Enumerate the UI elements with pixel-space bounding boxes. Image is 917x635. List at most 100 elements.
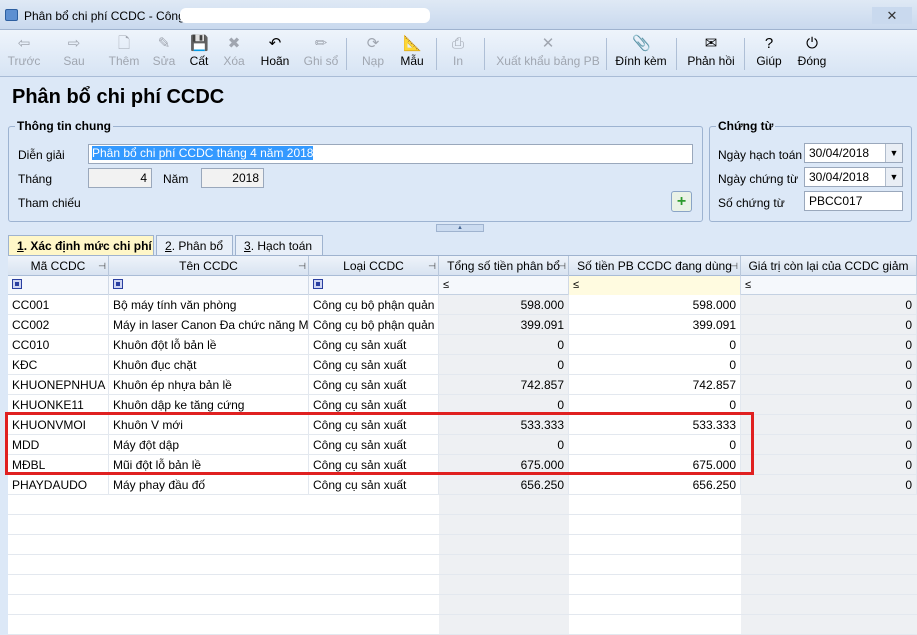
pin-icon[interactable]: ⊣ <box>98 256 106 276</box>
window-close-button[interactable]: ✕ <box>872 7 912 24</box>
table-cell[interactable]: 399.091 <box>569 315 741 335</box>
table-cell[interactable]: 598.000 <box>439 295 569 315</box>
tab-accounting[interactable]: 3. Hạch toán <box>235 235 323 255</box>
table-cell[interactable]: CC001 <box>8 295 109 315</box>
table-cell[interactable]: Khuôn ép nhựa bản lề <box>109 375 309 395</box>
table-cell[interactable]: 0 <box>741 475 917 495</box>
posting-date-input[interactable]: 30/04/2018 ▼ <box>804 143 903 163</box>
feedback-button[interactable]: ✉ Phản hồi <box>684 32 738 74</box>
filter-operator[interactable]: ≤ <box>745 279 751 291</box>
table-cell[interactable]: Khuôn đục chặt <box>109 355 309 375</box>
table-cell[interactable]: Công cụ sản xuất <box>309 375 439 395</box>
table-cell[interactable]: Công cụ sản xuất <box>309 355 439 375</box>
column-header[interactable]: Mã CCDC ⊣ <box>8 256 109 276</box>
table-cell[interactable]: Công cụ sản xuất <box>309 475 439 495</box>
attach-button[interactable]: 📎 Đính kèm <box>612 32 670 74</box>
table-cell[interactable]: 656.250 <box>439 475 569 495</box>
column-header[interactable]: Số tiền PB CCDC đang dùng ⊣ <box>569 256 741 276</box>
table-cell[interactable]: Khuôn đột lỗ bản lề <box>109 335 309 355</box>
table-cell[interactable]: KĐC <box>8 355 109 375</box>
filter-cell[interactable]: ≤ <box>439 276 569 295</box>
description-input[interactable]: Phân bổ chi phí CCDC tháng 4 năm 2018 <box>88 144 693 164</box>
tab-allocation[interactable]: 2. Phân bổ <box>156 235 233 255</box>
table-cell[interactable]: 0 <box>741 395 917 415</box>
pin-icon[interactable]: ⊣ <box>730 256 738 276</box>
table-cell[interactable]: 0 <box>741 355 917 375</box>
table-cell[interactable]: Công cụ bộ phận quản l <box>309 315 439 335</box>
save-button[interactable]: 💾 Cất <box>184 32 214 74</box>
filter-cell[interactable] <box>8 276 109 295</box>
table-cell[interactable]: 0 <box>569 335 741 355</box>
table-cell[interactable]: 0 <box>741 455 917 475</box>
table-cell[interactable]: KHUONEPNHUA <box>8 375 109 395</box>
table-cell[interactable]: 0 <box>439 355 569 375</box>
pin-icon[interactable]: ⊣ <box>428 256 436 276</box>
filter-operator[interactable]: ≤ <box>443 279 449 291</box>
add-button[interactable]: 🗋 Thêm <box>104 32 144 74</box>
column-header[interactable]: Tổng số tiền phân bổ ⊣ <box>439 256 569 276</box>
edit-button[interactable]: ✎ Sửa <box>148 32 180 74</box>
export-button[interactable]: ✕ Xuất khẩu bảng PB <box>492 32 604 74</box>
table-cell[interactable]: CC010 <box>8 335 109 355</box>
post-button[interactable]: ✏ Ghi sổ <box>300 32 342 74</box>
delete-button[interactable]: ✖ Xóa <box>218 32 250 74</box>
table-row[interactable]: KĐC Khuôn đục chặt Công cụ sản xuất 0 0 0 <box>8 355 917 375</box>
table-cell[interactable]: Công cụ bộ phận quản l <box>309 295 439 315</box>
add-label: Thêm <box>108 54 140 68</box>
filter-operator-icon[interactable] <box>313 279 323 289</box>
table-cell[interactable]: 0 <box>741 415 917 435</box>
filter-cell[interactable] <box>109 276 309 295</box>
table-cell[interactable]: CC002 <box>8 315 109 335</box>
table-cell[interactable]: 0 <box>439 335 569 355</box>
collapse-panel-button[interactable]: ▲ <box>436 224 484 232</box>
table-row[interactable]: CC002 Máy in laser Canon Đa chức năng MF C… <box>8 315 917 335</box>
filter-operator[interactable]: ≤ <box>573 279 579 291</box>
filter-cell[interactable]: ≤ <box>741 276 917 295</box>
table-row[interactable]: PHAYDAUDO Máy phay đầu đố Công cụ sản xuất… <box>8 475 917 495</box>
tab-determine-cost[interactable]: 1. Xác định mức chi phí <box>8 235 154 255</box>
column-header[interactable]: Tên CCDC ⊣ <box>109 256 309 276</box>
table-row[interactable]: KHUONEPNHUA Khuôn ép nhựa bản lề Công cụ s… <box>8 375 917 395</box>
filter-operator-icon[interactable] <box>12 279 22 289</box>
voucher-no-input[interactable]: PBCC017 <box>804 191 903 211</box>
month-input[interactable]: 4 <box>88 168 152 188</box>
voucher-date-input[interactable]: 30/04/2018 ▼ <box>804 167 903 187</box>
template-button[interactable]: 📐 Mẫu <box>394 32 430 74</box>
pin-icon[interactable]: ⊣ <box>558 256 566 276</box>
table-cell[interactable]: Máy phay đầu đố <box>109 475 309 495</box>
posting-date-dropdown-icon[interactable]: ▼ <box>885 144 902 162</box>
table-cell[interactable]: 0 <box>741 335 917 355</box>
table-cell[interactable]: 656.250 <box>569 475 741 495</box>
close-button[interactable]: ⏻ Đóng <box>794 32 830 74</box>
column-header[interactable]: Giá trị còn lại của CCDC giảm <box>741 256 917 276</box>
table-cell[interactable]: 742.857 <box>439 375 569 395</box>
column-header[interactable]: Loại CCDC ⊣ <box>309 256 439 276</box>
table-cell[interactable]: PHAYDAUDO <box>8 475 109 495</box>
table-cell[interactable]: Công cụ sản xuất <box>309 335 439 355</box>
table-cell[interactable]: 598.000 <box>569 295 741 315</box>
undo-button[interactable]: ↶ Hoãn <box>256 32 294 74</box>
table-cell[interactable]: 0 <box>741 435 917 455</box>
help-button[interactable]: ? Giúp <box>752 32 786 74</box>
table-cell[interactable]: 0 <box>569 355 741 375</box>
table-cell[interactable]: 399.091 <box>439 315 569 335</box>
add-reference-button[interactable]: + <box>671 191 692 212</box>
table-cell[interactable]: Bộ máy tính văn phòng <box>109 295 309 315</box>
next-button[interactable]: ⇨ Sau <box>56 32 92 74</box>
back-button[interactable]: ⇦ Trước <box>4 32 44 74</box>
table-cell[interactable]: 0 <box>741 295 917 315</box>
print-button[interactable]: ⎙ In <box>442 32 474 74</box>
table-cell[interactable]: 0 <box>741 315 917 335</box>
filter-operator-icon[interactable] <box>113 279 123 289</box>
pin-icon[interactable]: ⊣ <box>298 256 306 276</box>
filter-cell[interactable]: ≤ <box>569 276 741 295</box>
table-cell[interactable]: 742.857 <box>569 375 741 395</box>
table-row[interactable]: CC001 Bộ máy tính văn phòng Công cụ bộ phậ… <box>8 295 917 315</box>
year-input[interactable]: 2018 <box>201 168 264 188</box>
table-cell[interactable]: Máy in laser Canon Đa chức năng MF <box>109 315 309 335</box>
table-cell[interactable]: 0 <box>741 375 917 395</box>
voucher-date-dropdown-icon[interactable]: ▼ <box>885 168 902 186</box>
load-button[interactable]: ⟳ Nạp <box>356 32 390 74</box>
table-row[interactable]: CC010 Khuôn đột lỗ bản lề Công cụ sản xuất… <box>8 335 917 355</box>
filter-cell[interactable] <box>309 276 439 295</box>
